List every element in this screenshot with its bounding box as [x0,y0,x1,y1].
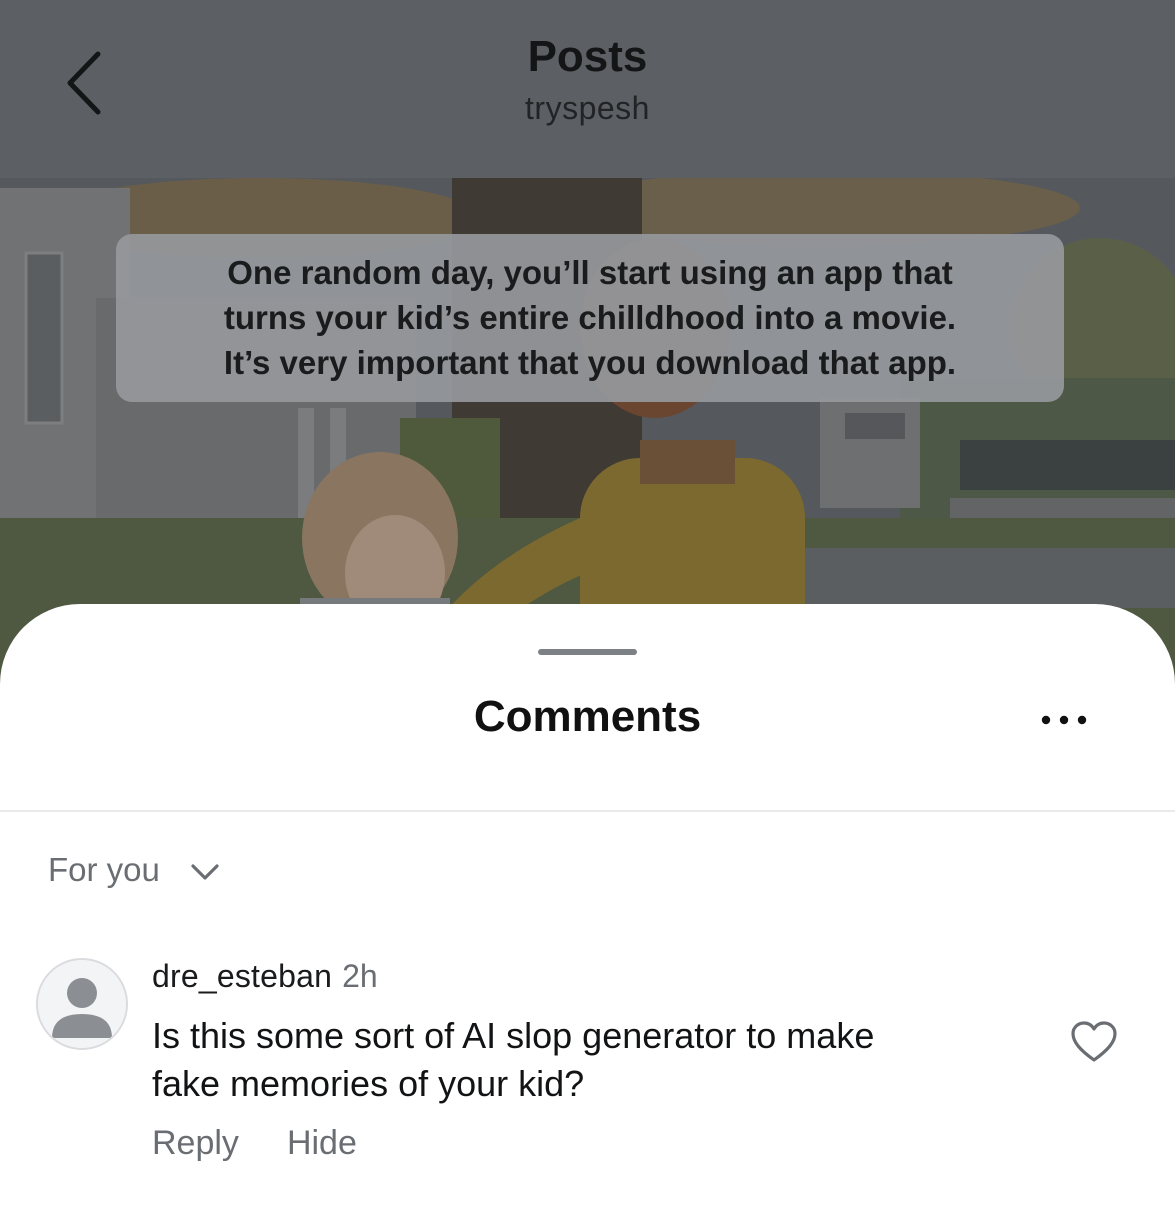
like-button[interactable] [1070,1020,1118,1064]
avatar[interactable] [36,958,128,1050]
post-caption: One random day, you’ll start using an ap… [116,234,1064,402]
account-username[interactable]: tryspesh [0,90,1175,127]
sheet-grabber[interactable] [538,649,637,655]
hide-button[interactable]: Hide [287,1124,357,1162]
comments-title: Comments [473,692,702,741]
comment-text: Is this some sort of AI slop generator t… [152,1012,1032,1108]
more-dots-icon [1041,715,1087,725]
top-header: Posts tryspesh [0,0,1175,178]
chevron-down-icon [191,864,219,880]
heart-outline-icon [1071,1021,1117,1062]
more-options-button[interactable] [1036,712,1096,728]
caption-line: One random day, you’ll start using an ap… [227,254,953,291]
comment-username[interactable]: dre_esteban [152,958,332,994]
page-title: Posts [527,32,648,81]
sort-dropdown[interactable]: For you [48,848,220,892]
divider [0,810,1175,812]
comment-timestamp: 2h [342,958,378,994]
comment-text-line: fake memories of your kid? [152,1063,585,1104]
default-avatar-icon [38,960,126,1048]
caption-line: turns your kid’s entire chilldhood into … [223,299,957,336]
sort-label: For you [48,851,160,888]
comment-header: dre_esteban 2h [152,958,378,995]
comment-item: dre_esteban 2h Is this some sort of AI sl… [0,950,1175,1170]
reply-button[interactable]: Reply [152,1124,239,1162]
comment-text-line: Is this some sort of AI slop generator t… [152,1015,875,1056]
comment-actions: Reply Hide [152,1124,357,1163]
comments-sheet: Comments For you dre_esteban 2h Is this s… [0,604,1175,1224]
caption-line: It’s very important that you download th… [223,344,957,381]
